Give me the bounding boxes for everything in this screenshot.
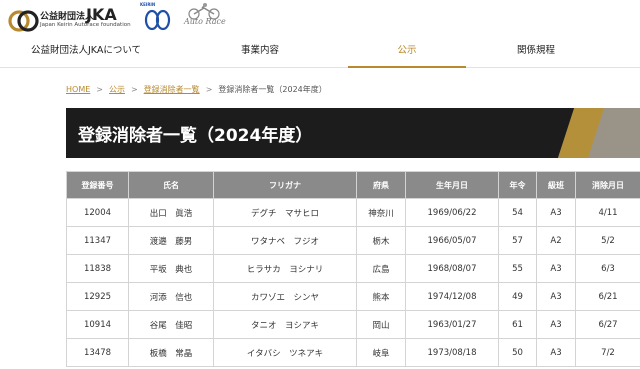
nav-item-business[interactable]: 事業内容 xyxy=(172,36,348,68)
table-cell: 61 xyxy=(498,310,537,339)
table-cell: 1966/05/07 xyxy=(405,226,499,255)
table-cell: 1973/08/18 xyxy=(405,338,499,367)
table-header-row: 登録番号 氏名 フリガナ 府県 生年月日 年令 級班 消除月日 xyxy=(66,171,640,199)
table-cell: イタバシ ツネアキ xyxy=(213,338,357,367)
breadcrumb-list-link[interactable]: 登録消除者一覧 xyxy=(144,85,200,94)
table-cell: 岡山 xyxy=(356,310,406,339)
autorace-logo[interactable]: Auto Race xyxy=(180,2,230,32)
jka-rings-icon xyxy=(8,10,39,32)
table-cell: A3 xyxy=(536,282,576,311)
table-row: 11347 渡邉 藤男 ワタナベ フジオ 栃木 1966/05/07 57 A2… xyxy=(66,226,640,255)
autorace-logo-text: Auto Race xyxy=(184,17,226,26)
table-row: 12925 河添 信也 カワゾエ シンヤ 熊本 1974/12/08 49 A3… xyxy=(66,282,640,311)
table-cell: 12004 xyxy=(66,198,129,227)
breadcrumb-separator: > xyxy=(205,85,213,94)
keirin-logo[interactable]: KEIRIN xyxy=(140,2,174,32)
table-row: 12004 出口 眞浩 デグチ マサヒロ 神奈川 1969/06/22 54 A… xyxy=(66,198,640,227)
table-cell: 出口 眞浩 xyxy=(128,198,214,227)
table-cell: A3 xyxy=(536,310,576,339)
table-cell: 河添 信也 xyxy=(128,282,214,311)
table-cell: デグチ マサヒロ xyxy=(213,198,357,227)
table-cell: 12925 xyxy=(66,282,129,311)
breadcrumb-home-link[interactable]: HOME xyxy=(66,85,90,94)
table-cell: 栃木 xyxy=(356,226,406,255)
nav-item-notice[interactable]: 公示 xyxy=(348,36,466,68)
table-cell: 熊本 xyxy=(356,282,406,311)
deregistration-table: 登録番号 氏名 フリガナ 府県 生年月日 年令 級班 消除月日 12004 出口… xyxy=(66,171,640,367)
breadcrumb-separator: > xyxy=(130,85,138,94)
table-cell: 谷尾 佳昭 xyxy=(128,310,214,339)
table-cell: A3 xyxy=(536,198,576,227)
breadcrumb-notice-link[interactable]: 公示 xyxy=(109,85,125,94)
page-title-band: 登録消除者一覧（2024年度） xyxy=(66,108,640,158)
table-cell: 6/27 xyxy=(575,310,640,339)
table-cell: 11838 xyxy=(66,254,129,283)
nav-item-regulations[interactable]: 関係規程 xyxy=(466,36,606,68)
table-cell: 渡邉 藤男 xyxy=(128,226,214,255)
table-cell: ヒラサカ ヨシナリ xyxy=(213,254,357,283)
table-cell: 1974/12/08 xyxy=(405,282,499,311)
site-header: 公益財団法人 JKA Japan Keirin Autorace foundat… xyxy=(0,0,640,36)
table-row: 13478 板橋 常晶 イタバシ ツネアキ 岐阜 1973/08/18 50 A… xyxy=(66,338,640,367)
table-cell: 板橋 常晶 xyxy=(128,338,214,367)
keirin-wheel-icon xyxy=(144,9,171,31)
breadcrumb-current: 登録消除者一覧（2024年度） xyxy=(218,85,327,94)
jka-logo-sub-text: Japan Keirin Autorace foundation xyxy=(40,22,131,28)
table-cell: A3 xyxy=(536,254,576,283)
column-header: 氏名 xyxy=(128,171,214,199)
main-nav: 公益財団法人JKAについて 事業内容 公示 関係規程 xyxy=(0,36,640,68)
table-cell: ワタナベ フジオ xyxy=(213,226,357,255)
table-cell: カワゾエ シンヤ xyxy=(213,282,357,311)
page-title: 登録消除者一覧（2024年度） xyxy=(78,126,313,146)
column-header: 消除月日 xyxy=(575,171,640,199)
table-cell: 1968/08/07 xyxy=(405,254,499,283)
column-header: 生年月日 xyxy=(405,171,499,199)
breadcrumb: HOME > 公示 > 登録消除者一覧 > 登録消除者一覧（2024年度） xyxy=(66,84,327,95)
nav-item-about[interactable]: 公益財団法人JKAについて xyxy=(0,36,172,68)
table-cell: 広島 xyxy=(356,254,406,283)
table-cell: 4/11 xyxy=(575,198,640,227)
table-cell: A2 xyxy=(536,226,576,255)
table-cell: 1969/06/22 xyxy=(405,198,499,227)
table-row: 11838 平坂 典也 ヒラサカ ヨシナリ 広島 1968/08/07 55 A… xyxy=(66,254,640,283)
table-row: 10914 谷尾 佳昭 タニオ ヨシアキ 岡山 1963/01/27 61 A3… xyxy=(66,310,640,339)
table-cell: 10914 xyxy=(66,310,129,339)
column-header: 登録番号 xyxy=(66,171,129,199)
table-cell: 1963/01/27 xyxy=(405,310,499,339)
table-cell: 神奈川 xyxy=(356,198,406,227)
table-cell: タニオ ヨシアキ xyxy=(213,310,357,339)
column-header: 年令 xyxy=(498,171,537,199)
table-cell: 55 xyxy=(498,254,537,283)
column-header: 府県 xyxy=(356,171,406,199)
table-cell: 6/21 xyxy=(575,282,640,311)
table-cell: 57 xyxy=(498,226,537,255)
table-cell: 平坂 典也 xyxy=(128,254,214,283)
table-cell: A3 xyxy=(536,338,576,367)
table-cell: 5/2 xyxy=(575,226,640,255)
table-cell: 11347 xyxy=(66,226,129,255)
table-cell: 54 xyxy=(498,198,537,227)
table-cell: 50 xyxy=(498,338,537,367)
breadcrumb-separator: > xyxy=(96,85,103,94)
table-cell: 7/2 xyxy=(575,338,640,367)
column-header: 級班 xyxy=(536,171,576,199)
table-cell: 岐阜 xyxy=(356,338,406,367)
jka-logo[interactable]: 公益財団法人 JKA Japan Keirin Autorace foundat… xyxy=(4,5,131,32)
column-header: フリガナ xyxy=(213,171,357,199)
table-cell: 13478 xyxy=(66,338,129,367)
table-cell: 6/3 xyxy=(575,254,640,283)
table-cell: 49 xyxy=(498,282,537,311)
